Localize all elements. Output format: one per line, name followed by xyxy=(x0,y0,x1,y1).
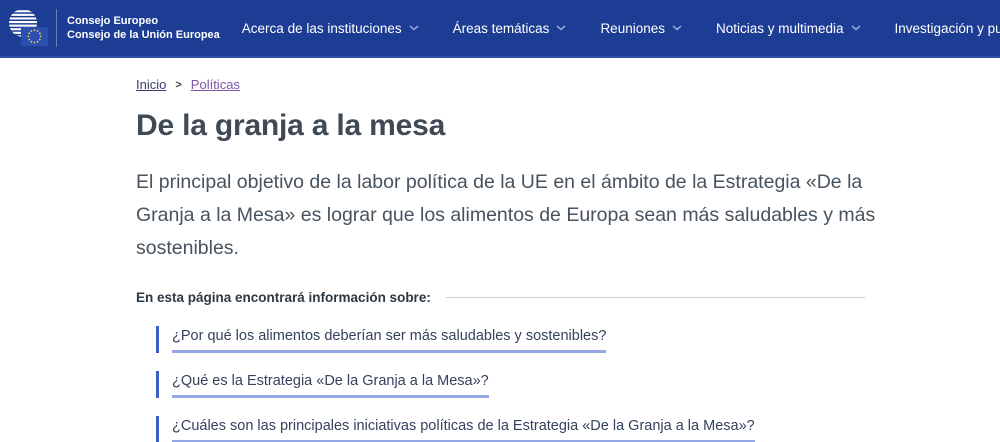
toc-link-saludables[interactable]: ¿Por qué los alimentos deberían ser más … xyxy=(172,326,606,353)
list-item: ¿Cuáles son las principales iniciativas … xyxy=(156,416,755,442)
nav-item-label: Reuniones xyxy=(600,21,665,36)
main-navigation: Acerca de las instituciones Áreas temáti… xyxy=(242,21,1000,36)
accent-bar xyxy=(156,416,159,442)
accent-bar xyxy=(156,371,159,398)
page-title: De la granja a la mesa xyxy=(136,109,865,143)
nav-item-label: Acerca de las instituciones xyxy=(242,21,402,36)
breadcrumb-separator: > xyxy=(175,79,181,91)
nav-item-instituciones[interactable]: Acerca de las instituciones xyxy=(242,21,419,36)
list-item: ¿Por qué los alimentos deberían ser más … xyxy=(156,326,606,353)
nav-item-investigacion[interactable]: Investigación y publicaciones xyxy=(895,21,1000,36)
accent-bar xyxy=(156,326,159,353)
breadcrumb: Inicio > Políticas xyxy=(136,77,865,92)
nav-item-noticias[interactable]: Noticias y multimedia xyxy=(716,21,861,36)
page-content: Inicio > Políticas De la granja a la mes… xyxy=(136,58,865,442)
list-item: ¿Qué es la Estrategia «De la Granja a la… xyxy=(156,371,489,398)
chevron-down-icon xyxy=(672,25,682,31)
nav-item-label: Investigación y publicaciones xyxy=(895,21,1000,36)
breadcrumb-home-link[interactable]: Inicio xyxy=(136,77,166,92)
council-logo-icon xyxy=(8,7,50,49)
toc-divider-line xyxy=(446,297,865,298)
council-logo[interactable]: Consejo Europeo Consejo de la Unión Euro… xyxy=(8,7,220,49)
logo-line-1: Consejo Europeo xyxy=(67,14,220,28)
nav-item-label: Áreas temáticas xyxy=(453,21,550,36)
chevron-down-icon xyxy=(409,25,419,31)
nav-item-areas-tematicas[interactable]: Áreas temáticas xyxy=(453,21,567,36)
logo-text: Consejo Europeo Consejo de la Unión Euro… xyxy=(67,14,220,42)
nav-item-reuniones[interactable]: Reuniones xyxy=(600,21,682,36)
toc-link-estrategia[interactable]: ¿Qué es la Estrategia «De la Granja a la… xyxy=(172,371,489,398)
breadcrumb-politicas-link[interactable]: Políticas xyxy=(191,77,240,92)
nav-item-label: Noticias y multimedia xyxy=(716,21,844,36)
toc-list: ¿Por qué los alimentos deberían ser más … xyxy=(156,326,865,442)
toc-heading: En esta página encontrará información so… xyxy=(136,290,431,305)
logo-divider xyxy=(56,9,57,47)
toc-heading-row: En esta página encontrará información so… xyxy=(136,290,865,305)
intro-paragraph: El principal objetivo de la labor políti… xyxy=(136,166,886,265)
toc-link-iniciativas[interactable]: ¿Cuáles son las principales iniciativas … xyxy=(172,416,755,442)
top-navbar: Consejo Europeo Consejo de la Unión Euro… xyxy=(0,0,1000,58)
chevron-down-icon xyxy=(556,25,566,31)
logo-line-2: Consejo de la Unión Europea xyxy=(67,28,220,42)
chevron-down-icon xyxy=(851,25,861,31)
